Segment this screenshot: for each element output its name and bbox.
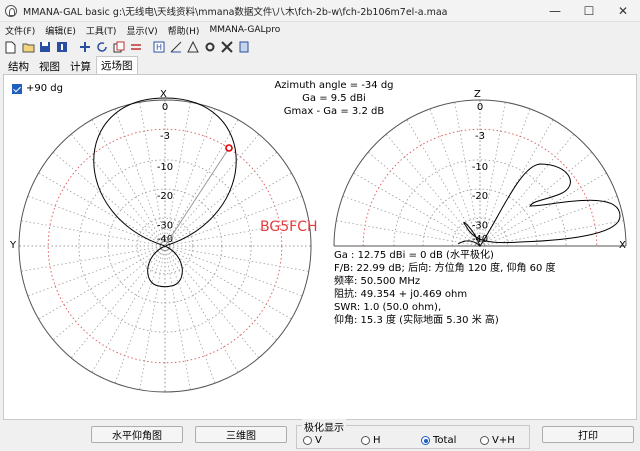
menu-edit[interactable]: 编辑(E) xyxy=(40,24,81,37)
azimuth-direction-line xyxy=(164,147,230,247)
radio-v-dot[interactable] xyxy=(303,436,312,445)
right-axis-z-label: Z xyxy=(474,89,481,100)
result-swr: SWR: 1.0 (50.0 ohm), xyxy=(334,302,442,313)
menu-galpro[interactable]: MMANA-GALpro xyxy=(204,25,285,35)
rotate-icon[interactable] xyxy=(95,40,109,54)
result-gain: Ga : 12.75 dBi = 0 dB (水平极化) xyxy=(334,250,494,261)
menu-tools[interactable]: 工具(T) xyxy=(81,24,122,37)
edit-icon[interactable]: H xyxy=(152,40,166,54)
elevation-spoke xyxy=(479,133,575,247)
triangle-icon[interactable] xyxy=(186,40,200,54)
azimuth-ring-label: -30 xyxy=(157,220,173,231)
3d-pattern-button[interactable]: 三维图 xyxy=(195,426,287,443)
ga-value: Ga = 9.5 dBi xyxy=(302,93,366,104)
app-icon xyxy=(5,4,17,17)
bottom-controls: 水平仰角图 三维图 极化显示 V H Total V+H 打印 xyxy=(0,419,640,451)
azimuth-ring-label: 0 xyxy=(162,102,168,113)
elevation-ring-label: -30 xyxy=(472,220,488,231)
save-icon[interactable] xyxy=(38,40,52,54)
tab-far-field[interactable]: 远场图 xyxy=(96,56,138,74)
tab-geometry[interactable]: 结构 xyxy=(3,58,34,74)
show-90-checkbox[interactable]: +90 dg xyxy=(12,83,63,94)
show-90-label: +90 dg xyxy=(26,83,63,94)
result-elevation: 仰角: 15.3 度 (实际地面 5.30 米 高) xyxy=(334,315,499,326)
result-fb: F/B: 22.99 dB; 后向: 方位角 120 度, 仰角 60 度 xyxy=(334,263,556,274)
gear-icon[interactable] xyxy=(203,40,217,54)
azimuth-spoke xyxy=(164,245,260,359)
gain-summary: Azimuth angle = -34 dg Ga = 9.5 dBi Gmax… xyxy=(254,79,414,118)
azimuth-spoke xyxy=(164,245,278,341)
azimuth-spoke xyxy=(70,133,166,247)
elevation-ring-label: -10 xyxy=(472,162,488,173)
radio-vh-dot[interactable] xyxy=(480,436,489,445)
close-button[interactable]: ✕ xyxy=(606,0,640,22)
menu-view[interactable]: 显示(V) xyxy=(121,24,162,37)
elevation-ring-label: -20 xyxy=(472,191,488,202)
maximize-button[interactable]: ☐ xyxy=(572,0,606,22)
polarization-label: 极化显示 xyxy=(302,419,346,434)
callsign-label: BG5FCH xyxy=(260,219,318,235)
elevation-spoke xyxy=(479,151,593,247)
minimize-button[interactable]: — xyxy=(538,0,572,22)
move-icon[interactable] xyxy=(78,40,92,54)
azimuth-angle: Azimuth angle = -34 dg xyxy=(274,80,394,91)
tab-view[interactable]: 视图 xyxy=(34,58,65,74)
elevation-spoke xyxy=(385,133,481,247)
azimuth-ring-label: -10 xyxy=(157,162,173,173)
svg-text:H: H xyxy=(156,43,162,52)
azimuth-spoke xyxy=(164,133,260,247)
right-axis-x-label: X xyxy=(619,240,626,251)
radio-v[interactable]: V xyxy=(303,435,322,446)
antenna-results: Ga : 12.75 dBi = 0 dB (水平极化) F/B: 22.99 … xyxy=(334,249,556,327)
elevation-pattern-line xyxy=(463,163,621,248)
left-axis-y-label: Y xyxy=(10,240,17,251)
far-field-plot: 0-3-10-20-30-400-3-10-20-30-40 xyxy=(18,97,627,393)
tab-calculate[interactable]: 计算 xyxy=(65,58,96,74)
menu-help[interactable]: 帮助(H) xyxy=(163,24,205,37)
radio-total-dot[interactable] xyxy=(421,436,430,445)
radio-vh[interactable]: V+H xyxy=(480,435,515,446)
azimuth-marker xyxy=(225,144,233,152)
menu-bar: 文件(F) 编辑(E) 工具(T) 显示(V) 帮助(H) MMANA-GALp… xyxy=(0,22,640,38)
calculator-icon[interactable] xyxy=(237,40,251,54)
menu-file[interactable]: 文件(F) xyxy=(0,24,40,37)
azimuth-ring-label: -3 xyxy=(160,131,170,142)
window-title: MMANA-GAL basic g:\无线电\天线资料\mmana数据文件\八木… xyxy=(23,6,448,18)
radio-v-label: V xyxy=(315,435,322,446)
polarization-group: 极化显示 V H Total V+H xyxy=(296,419,530,449)
result-frequency: 频率: 50.500 MHz xyxy=(334,276,421,287)
info-icon[interactable] xyxy=(55,40,69,54)
copy-icon[interactable] xyxy=(112,40,126,54)
print-button[interactable]: 打印 xyxy=(542,426,634,443)
left-axis-x-label: X xyxy=(160,89,167,100)
tools-icon[interactable] xyxy=(220,40,234,54)
radio-total-label: Total xyxy=(433,435,457,446)
azimuth-spoke xyxy=(52,245,166,341)
new-file-icon[interactable] xyxy=(4,40,18,54)
checkbox-box[interactable] xyxy=(12,83,22,94)
tab-strip: 结构 视图 计算 远场图 xyxy=(3,56,138,74)
result-impedance: 阻抗: 49.354 + j0.469 ohm xyxy=(334,289,468,300)
radio-h-label: H xyxy=(373,435,381,446)
elevation-pattern-button[interactable]: 水平仰角图 xyxy=(91,426,183,443)
azimuth-ring-label: -20 xyxy=(157,191,173,202)
toolbar: H xyxy=(0,38,640,56)
radio-h[interactable]: H xyxy=(361,435,381,446)
azimuth-spoke xyxy=(52,151,166,247)
elevation-ring-label: 0 xyxy=(477,102,483,113)
radio-h-dot[interactable] xyxy=(361,436,370,445)
equal-icon[interactable] xyxy=(129,40,143,54)
far-field-canvas: 0 -3 -10 -20 -30 -40 0 -3 -10 -20 -30 -40 +90 dg Az… xyxy=(3,74,637,420)
radio-total[interactable]: Total xyxy=(421,435,456,446)
elevation-spoke xyxy=(367,151,481,247)
wire-icon[interactable] xyxy=(169,40,183,54)
azimuth-spoke xyxy=(70,245,166,359)
open-folder-icon[interactable] xyxy=(21,40,35,54)
title-bar: MMANA-GAL basic g:\无线电\天线资料\mmana数据文件\八木… xyxy=(0,0,640,22)
radio-vh-label: V+H xyxy=(492,435,515,446)
azimuth-ring-label: -40 xyxy=(157,234,173,245)
elevation-ring-label: -3 xyxy=(475,131,485,142)
gmax-ga-value: Gmax - Ga = 3.2 dB xyxy=(283,106,385,117)
